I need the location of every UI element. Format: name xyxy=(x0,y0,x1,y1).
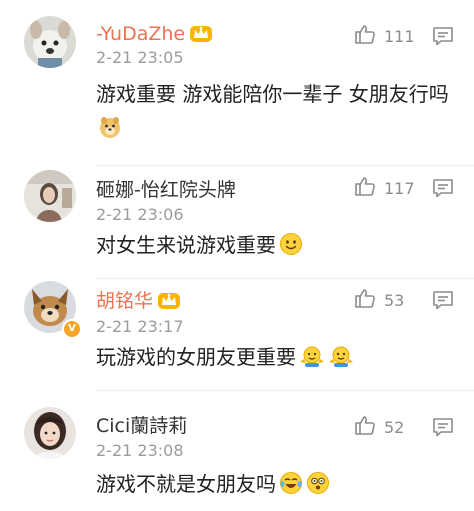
doge-emoji-icon xyxy=(99,115,121,148)
shrug-emoji-icon xyxy=(299,344,325,378)
reply-button[interactable] xyxy=(432,25,454,47)
comment-text-content: 对女生来说游戏重要 xyxy=(96,233,276,257)
comment-item: Cici蘭詩莉 2-21 23:08 52 游戏不就是女朋友吗 xyxy=(0,391,474,511)
comment-time: 2-21 23:06 xyxy=(96,205,184,224)
crown-icon xyxy=(157,290,181,316)
like-button[interactable]: 52 xyxy=(354,415,404,439)
comment-icon xyxy=(432,291,454,315)
like-count: 117 xyxy=(384,178,415,198)
thumbs-up-icon xyxy=(354,287,376,313)
comment-text: 对女生来说游戏重要 xyxy=(96,229,456,266)
username-text: -YuDaZhe xyxy=(96,23,186,45)
comment-time: 2-21 23:08 xyxy=(96,441,184,460)
thumbs-up-icon xyxy=(354,414,376,440)
comment-text: 玩游戏的女朋友更重要 xyxy=(96,341,456,378)
comment-text-content: 游戏重要 游戏能陪你一辈子 女朋友行吗 xyxy=(96,82,449,106)
comment-text-content: 玩游戏的女朋友更重要 xyxy=(96,345,296,369)
comment-text-content: 游戏不就是女朋友吗 xyxy=(96,472,276,496)
comment-item: 砸娜-怡红院头牌 2-21 23:06 117 对女生来说游戏重要 xyxy=(0,166,474,279)
username-text: 砸娜-怡红院头牌 xyxy=(96,179,236,201)
like-count: 53 xyxy=(384,290,405,310)
tears-of-joy-emoji-icon xyxy=(279,471,303,505)
crown-icon xyxy=(189,23,213,49)
reply-button[interactable] xyxy=(432,177,454,199)
reply-button[interactable] xyxy=(432,289,454,311)
like-count: 52 xyxy=(384,417,405,437)
like-button[interactable]: 117 xyxy=(354,176,415,200)
shrug-emoji-icon xyxy=(328,344,354,378)
comment-icon xyxy=(432,418,454,442)
username[interactable]: 胡铭华 xyxy=(96,289,181,316)
verified-v-icon: V xyxy=(62,319,82,339)
avatar[interactable] xyxy=(24,407,76,459)
thumbs-up-icon xyxy=(354,23,376,49)
avatar[interactable] xyxy=(24,170,76,222)
like-count: 111 xyxy=(384,26,415,46)
comment-time: 2-21 23:17 xyxy=(96,317,184,336)
comment-text: 游戏重要 游戏能陪你一辈子 女朋友行吗 xyxy=(96,78,456,148)
like-button[interactable]: 111 xyxy=(354,24,415,48)
username[interactable]: -YuDaZhe xyxy=(96,22,213,49)
comment-icon xyxy=(432,179,454,203)
reply-button[interactable] xyxy=(432,416,454,438)
smile-emoji-icon xyxy=(279,232,303,266)
comment-item: V 胡铭华 2-21 23:17 53 玩游戏的女朋友更重要 xyxy=(0,279,474,391)
username[interactable]: Cici蘭詩莉 xyxy=(96,414,187,438)
comment-time: 2-21 23:05 xyxy=(96,48,184,67)
username-text: 胡铭华 xyxy=(96,290,154,312)
dizzy-emoji-icon xyxy=(306,471,330,505)
username-text: Cici蘭詩莉 xyxy=(96,415,188,437)
comment-item: -YuDaZhe 2-21 23:05 111 游戏重要 游戏能陪你一辈子 女朋… xyxy=(0,0,474,166)
username[interactable]: 砸娜-怡红院头牌 xyxy=(96,178,236,202)
comment-text: 游戏不就是女朋友吗 xyxy=(96,468,456,505)
avatar[interactable] xyxy=(24,16,76,68)
like-button[interactable]: 53 xyxy=(354,288,404,312)
comment-icon xyxy=(432,27,454,51)
thumbs-up-icon xyxy=(354,175,376,201)
